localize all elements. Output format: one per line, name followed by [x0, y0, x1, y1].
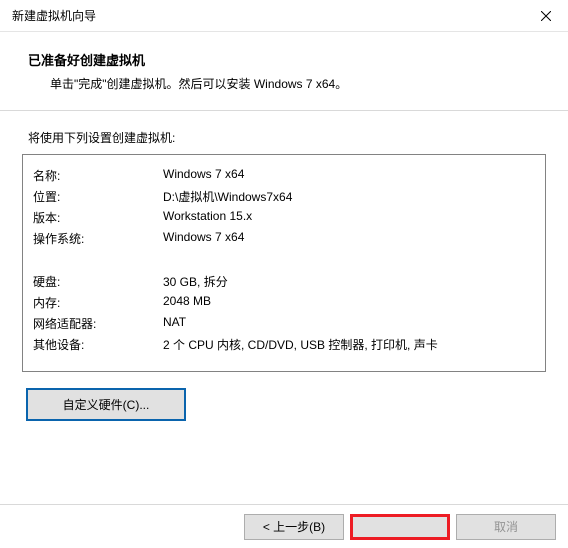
close-button[interactable]	[536, 6, 556, 26]
wizard-header: 已准备好创建虚拟机 单击"完成"创建虚拟机。然后可以安装 Windows 7 x…	[0, 32, 568, 104]
titlebar: 新建虚拟机向导	[0, 0, 568, 32]
summary-val: Windows 7 x64	[163, 230, 535, 247]
customize-row: 自定义硬件(C)...	[0, 372, 568, 425]
summary-val: Windows 7 x64	[163, 167, 535, 184]
finish-button[interactable]: 完成	[350, 514, 450, 540]
wizard-footer: < 上一步(B) 完成 取消	[0, 504, 568, 548]
page-title: 已准备好创建虚拟机	[28, 50, 540, 69]
summary-row-name: 名称: Windows 7 x64	[33, 167, 535, 184]
summary-row-version: 版本: Workstation 15.x	[33, 209, 535, 226]
summary-key: 内存:	[33, 294, 163, 311]
summary-val: 2 个 CPU 内核, CD/DVD, USB 控制器, 打印机, 声卡	[163, 336, 535, 353]
close-icon	[541, 11, 551, 21]
summary-row-location: 位置: D:\虚拟机\Windows7x64	[33, 188, 535, 205]
summary-key: 其他设备:	[33, 336, 163, 353]
cancel-button-label: 取消	[494, 518, 518, 535]
summary-key: 版本:	[33, 209, 163, 226]
summary-row-memory: 内存: 2048 MB	[33, 294, 535, 311]
summary-row-disk: 硬盘: 30 GB, 拆分	[33, 273, 535, 290]
customize-hardware-button[interactable]: 自定义硬件(C)...	[26, 388, 186, 421]
summary-row-other: 其他设备: 2 个 CPU 内核, CD/DVD, USB 控制器, 打印机, …	[33, 336, 535, 353]
summary-key: 操作系统:	[33, 230, 163, 247]
summary-val: D:\虚拟机\Windows7x64	[163, 188, 535, 205]
back-button[interactable]: < 上一步(B)	[244, 514, 344, 540]
summary-row-os: 操作系统: Windows 7 x64	[33, 230, 535, 247]
section-label: 将使用下列设置创建虚拟机:	[0, 111, 568, 154]
summary-key: 硬盘:	[33, 273, 163, 290]
summary-val: NAT	[163, 315, 535, 332]
summary-val: 2048 MB	[163, 294, 535, 311]
window-title: 新建虚拟机向导	[12, 7, 96, 24]
summary-row-network: 网络适配器: NAT	[33, 315, 535, 332]
page-subtitle: 单击"完成"创建虚拟机。然后可以安装 Windows 7 x64。	[28, 75, 540, 92]
summary-val: 30 GB, 拆分	[163, 273, 535, 290]
summary-box: 名称: Windows 7 x64 位置: D:\虚拟机\Windows7x64…	[22, 154, 546, 372]
cancel-button[interactable]: 取消	[456, 514, 556, 540]
summary-key: 名称:	[33, 167, 163, 184]
summary-val: Workstation 15.x	[163, 209, 535, 226]
summary-key: 网络适配器:	[33, 315, 163, 332]
summary-key: 位置:	[33, 188, 163, 205]
